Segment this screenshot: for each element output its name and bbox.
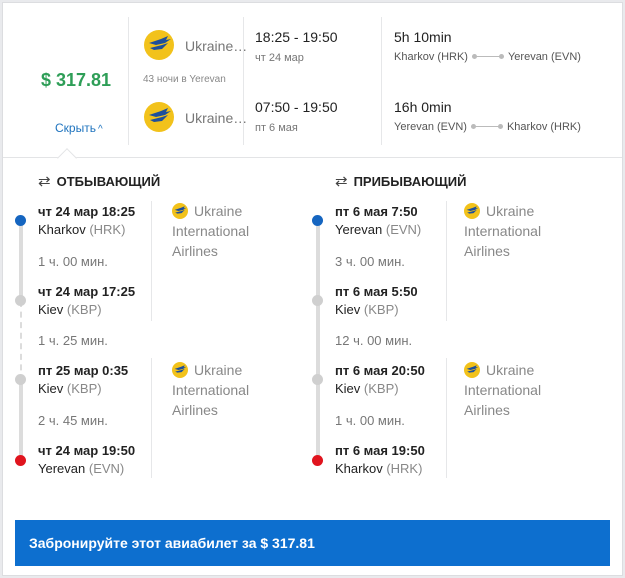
uia-logo-icon (464, 362, 480, 378)
flight-summary[interactable]: $ 317.81 Скрыть ^ Ukraine… 43 ночи в Yere… (3, 3, 622, 158)
stop-time: чт 24 мар 18:25 (38, 204, 136, 219)
stop-place: Kharkov (HRK) (335, 461, 423, 476)
divider (151, 201, 152, 321)
segment-airline: Ukraine International Airlines (172, 203, 250, 259)
swap-arrows-icon: ⇄ (335, 173, 348, 190)
layover-duration: 1 ч. 25 мин. (38, 333, 108, 348)
outbound-date: чт 24 мар (255, 52, 304, 64)
book-ticket-button[interactable]: Забронируйте этот авиабилет за $ 317.81 (15, 520, 610, 566)
uia-logo-icon (172, 362, 188, 378)
stop-time: чт 24 мар 19:50 (38, 443, 136, 458)
inbound-duration: 16h 0min (394, 99, 452, 115)
layover-duration: 12 ч. 00 мин. (335, 333, 413, 348)
departure-node (312, 215, 323, 226)
stop-place: Yerevan (EVN) (335, 222, 422, 237)
stop-node (312, 374, 323, 385)
outbound-route: Kharkov (HRK) Yerevan (EVN) (394, 51, 581, 63)
outbound-time-range: 18:25 - 19:50 (255, 29, 338, 45)
total-price: $ 317.81 (41, 70, 112, 90)
arrival-node (15, 455, 26, 466)
stop-place: Kiev (KBP) (335, 381, 399, 396)
nights-count: 43 ночи в Yerevan (143, 74, 226, 85)
divider (446, 201, 447, 321)
arrival-node (312, 455, 323, 466)
leg-duration: 1 ч. 00 мин. (38, 254, 108, 269)
leg-duration: 2 ч. 45 мин. (38, 413, 108, 428)
outbound-airline-name: Ukraine… (185, 38, 248, 54)
departing-header: ⇄ ОТБЫВАЮЩИЙ (38, 172, 160, 190)
uia-logo-icon (464, 203, 480, 219)
stop-place: Yerevan (EVN) (38, 461, 125, 476)
segment-airline: Ukraine International Airlines (464, 203, 542, 259)
stop-time: пт 6 мая 5:50 (335, 284, 418, 299)
stop-place: Kiev (KBP) (335, 302, 399, 317)
stop-place: Kiev (KBP) (38, 381, 102, 396)
inbound-date: пт 6 мая (255, 122, 298, 134)
stop-node (312, 295, 323, 306)
timeline-rail (316, 221, 320, 461)
chevron-up-icon: ^ (97, 124, 103, 135)
divider (446, 358, 447, 478)
inbound-to: Kharkov (HRK) (506, 121, 581, 133)
stop-time: пт 6 мая 7:50 (335, 204, 418, 219)
leg-duration: 1 ч. 00 мин. (335, 413, 405, 428)
route-line-icon (470, 124, 503, 130)
leg-duration: 3 ч. 00 мин. (335, 254, 405, 269)
hide-label: Скрыть (55, 121, 96, 135)
outbound-duration: 5h 10min (394, 29, 452, 45)
segment-airline: Ukraine International Airlines (172, 362, 250, 418)
divider (128, 17, 129, 145)
uia-logo-icon (144, 30, 174, 60)
arriving-header: ⇄ ПРИБЫВАЮЩИЙ (335, 172, 466, 190)
outbound-to: Yerevan (EVN) (507, 51, 581, 63)
timeline-rail (19, 221, 23, 301)
departure-node (15, 215, 26, 226)
hide-details-link[interactable]: Скрыть ^ (55, 121, 103, 135)
stop-node (15, 374, 26, 385)
stop-place: Kharkov (HRK) (38, 222, 126, 237)
flight-result-card: $ 317.81 Скрыть ^ Ukraine… 43 ночи в Yere… (2, 2, 623, 576)
stop-node (15, 295, 26, 306)
stop-time: пт 6 мая 20:50 (335, 363, 425, 378)
inbound-from: Yerevan (EVN) (394, 121, 467, 133)
divider (381, 17, 382, 145)
arriving-title: ПРИБЫВАЮЩИЙ (353, 173, 467, 189)
inbound-airline-name: Ukraine… (185, 110, 248, 126)
timeline-rail (19, 381, 23, 461)
swap-arrows-icon: ⇄ (38, 173, 51, 190)
stop-time: пт 6 мая 19:50 (335, 443, 425, 458)
uia-logo-icon (172, 203, 188, 219)
outbound-from: Kharkov (HRK) (394, 51, 468, 63)
segment-airline: Ukraine International Airlines (464, 362, 542, 418)
stop-time: чт 24 мар 17:25 (38, 284, 136, 299)
uia-logo-icon (144, 102, 174, 132)
inbound-time-range: 07:50 - 19:50 (255, 99, 338, 115)
stop-time: пт 25 мар 0:35 (38, 363, 129, 378)
route-line-icon (471, 54, 504, 60)
timeline-layover (20, 301, 22, 381)
divider (151, 358, 152, 478)
stop-place: Kiev (KBP) (38, 302, 102, 317)
inbound-route: Yerevan (EVN) Kharkov (HRK) (394, 121, 581, 133)
departing-title: ОТБЫВАЮЩИЙ (56, 173, 161, 189)
